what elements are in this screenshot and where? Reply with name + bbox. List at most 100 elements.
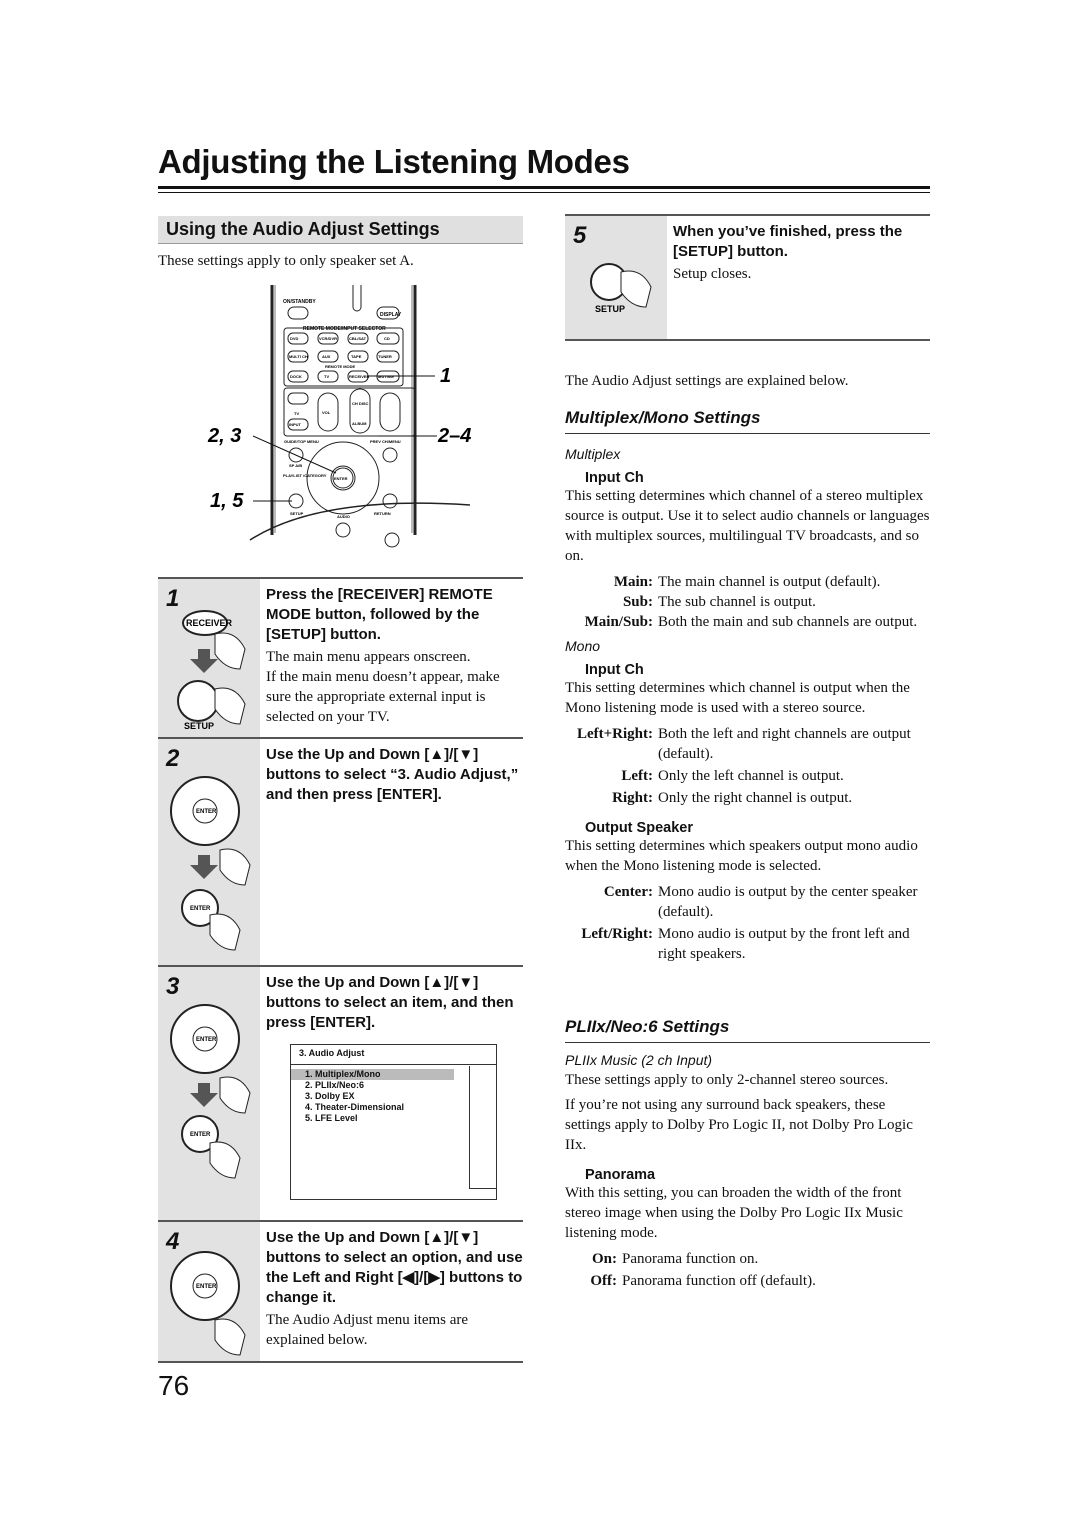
option-term: Left+Right: (576, 726, 653, 742)
mono-desc: This setting determines which channel is… (565, 680, 910, 716)
selector-label: REMOTE MODE/INPUT SELECTOR (303, 326, 386, 332)
setup-label: SETUP (290, 511, 304, 516)
setup-button-label: SETUP (184, 721, 214, 731)
option-term: Main/Sub: (584, 614, 653, 630)
pliix-p2: If you’re not using any surround back sp… (565, 1097, 913, 1153)
menu-side-panel (469, 1066, 496, 1189)
vcr-label: VCR/DVR (319, 336, 337, 341)
enter-press-icon: ENTER ENTER (170, 1004, 251, 1179)
option-term: Left/Right: (581, 926, 653, 942)
tape-label: TAPE (351, 354, 362, 359)
playlist-label: PLAYLIST /CATEGORY (283, 473, 327, 478)
option-term: Right: (612, 790, 653, 806)
manual-page: Adjusting the Listening Modes Using the … (0, 0, 1080, 1528)
option-term: Left: (621, 768, 653, 784)
output-speaker-heading: Output Speaker (585, 820, 693, 836)
audio-label: AUDIO (337, 514, 350, 519)
display-label: DISPLAY (380, 312, 402, 318)
enter-label: ENTER (196, 1284, 217, 1290)
multiplex-mono-heading: Multiplex/Mono Settings (565, 408, 761, 427)
page-number: 76 (158, 1370, 190, 1401)
step-2: 2 ENTER ENTER Use the Up and Down [▲]/[▼… (158, 737, 523, 965)
option-desc: Panorama function on. (622, 1251, 759, 1267)
vol-label: VOL (322, 410, 331, 415)
menu-title: 3. Audio Adjust (291, 1045, 496, 1065)
on-standby-label: ON/STANDBY (283, 299, 316, 305)
input-ch-heading: Input Ch (585, 470, 644, 486)
setup-press-icon: SETUP (590, 263, 652, 314)
option-desc: Mono audio is output by the center speak… (658, 884, 918, 920)
title-rule (158, 186, 930, 189)
receiver-label: RECEIVER (349, 374, 370, 379)
enter-label: ENTER (190, 906, 211, 912)
callout-2-3: 2, 3 (207, 425, 241, 447)
input-label: INPUT (289, 422, 302, 427)
step-5: 5 SETUP When you’ve finished, press the … (565, 214, 930, 341)
option-desc: Mono audio is output by the front left a… (658, 926, 910, 962)
enter-label: ENTER (196, 1037, 217, 1043)
album-label: ALBUM (352, 421, 367, 426)
enter-press-icon: ENTER ENTER (170, 776, 251, 951)
option-desc: Only the left channel is output. (658, 768, 844, 784)
option-term: Off: (590, 1273, 617, 1289)
section-header: Using the Audio Adjust Settings (158, 216, 523, 244)
multiplex-label: Multiplex (565, 446, 621, 462)
step-2-instruction: Use the Up and Down [▲]/[▼] buttons to s… (266, 746, 519, 803)
mono-label: Mono (565, 638, 601, 654)
step-1-note: If the main menu doesn’t appear, make su… (266, 669, 500, 725)
section-title: Using the Audio Adjust Settings (166, 219, 440, 239)
step-number: 3 (166, 973, 180, 1000)
multiplex-mono-heading-wrap: Multiplex/Mono Settings (565, 408, 930, 434)
menu-item[interactable]: 3. Dolby EX (291, 1091, 454, 1102)
cd-label: CD (384, 336, 390, 341)
explained-text: The Audio Adjust settings are explained … (565, 373, 849, 389)
tuner-label: TUNER (378, 354, 392, 359)
option-desc: The main channel is output (default). (658, 574, 881, 590)
option-desc: The sub channel is output. (658, 594, 816, 610)
power-button (287, 306, 309, 320)
cbl-label: CBL/SAT (349, 336, 367, 341)
panorama-heading: Panorama (585, 1167, 656, 1183)
step-1: 1 RECEIVER SETUP Press the [RECEIVER] RE… (158, 577, 523, 737)
mono-options: Left+Right: Both the left and right chann… (565, 724, 930, 808)
dvd-label: DVD (290, 336, 299, 341)
step-5-instruction: When you’ve finished, press the [SETUP] … (673, 223, 903, 260)
multiplex-section: Multiplex Input Ch This setting determin… (565, 446, 930, 968)
menu-item[interactable]: 1. Multiplex/Mono (291, 1069, 454, 1080)
menu-item[interactable]: 2. PLIIx/Neo:6 (291, 1080, 454, 1091)
callout-2-4: 2–4 (437, 425, 471, 447)
menu-item[interactable]: 5. LFE Level (291, 1113, 454, 1124)
spab-label: SP A/B (289, 463, 302, 468)
panorama-desc: With this setting, you can broaden the w… (565, 1185, 903, 1241)
tv-label: TV (324, 374, 329, 379)
step-3-instruction: Use the Up and Down [▲]/[▼] buttons to s… (266, 974, 514, 1031)
callout-1-5: 1, 5 (210, 490, 244, 512)
remote-mode-label: REMOTE MODE (325, 364, 356, 369)
output-speaker-desc: This setting determines which speakers o… (565, 838, 918, 874)
option-desc: Both the left and right channels are out… (658, 726, 911, 762)
output-speaker-options: Center: Mono audio is output by the cente… (565, 882, 930, 964)
step-number: 5 (573, 222, 587, 249)
ch-label: CH DISC (352, 401, 369, 406)
guide-label: GUIDE/TOP MENU (284, 439, 319, 444)
option-term: Sub: (622, 594, 653, 610)
intro-text: These settings apply to only speaker set… (158, 253, 414, 269)
receiver-setup-press-icon: RECEIVER SETUP (177, 610, 246, 731)
enter-label: ENTER (196, 809, 217, 815)
step-4-instruction: Use the Up and Down [▲]/[▼] buttons to s… (266, 1229, 523, 1306)
title-rule-thin (158, 192, 930, 193)
pliix-heading: PLIIx/Neo:6 Settings (565, 1017, 730, 1036)
enter-label: ENTER (190, 1132, 211, 1138)
dock-label: DOCK (290, 374, 302, 379)
step-1-instruction: Press the [RECEIVER] REMOTE MODE button,… (266, 586, 493, 643)
enter-label: ENTER (334, 476, 348, 481)
tv2-label: TV (294, 411, 299, 416)
menu-item[interactable]: 4. Theater-Dimensional (291, 1102, 454, 1113)
receiver-button-label: RECEIVER (186, 618, 233, 628)
option-term: Center: (603, 884, 653, 900)
step-4: 4 ENTER Use the Up and Down [▲]/[▼] butt… (158, 1220, 523, 1363)
step-4-note: The Audio Adjust menu items are explaine… (266, 1312, 469, 1348)
pliix-p1: These settings apply to only 2-channel s… (565, 1072, 889, 1088)
input-ch-heading: Input Ch (585, 662, 644, 678)
option-term: On: (591, 1251, 617, 1267)
